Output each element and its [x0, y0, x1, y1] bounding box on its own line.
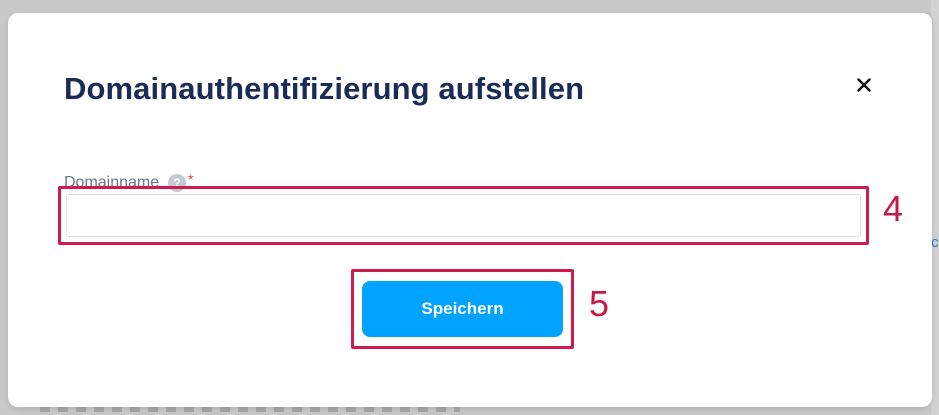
annotation-marker-5: 5 — [589, 283, 610, 324]
domain-name-input[interactable] — [66, 194, 861, 237]
close-icon — [857, 77, 871, 92]
modal-title: Domainauthentifizierung aufstellen — [64, 71, 585, 106]
close-button[interactable] — [847, 63, 881, 97]
annotation-marker-4: 4 — [883, 188, 904, 229]
required-indicator: * — [188, 171, 194, 187]
domain-input-highlight — [58, 186, 869, 245]
save-button[interactable]: Speichern — [362, 281, 563, 337]
save-button-highlight: Speichern — [351, 269, 574, 349]
background-link-fragment: c — [931, 234, 939, 251]
background-page-edge — [931, 0, 939, 415]
